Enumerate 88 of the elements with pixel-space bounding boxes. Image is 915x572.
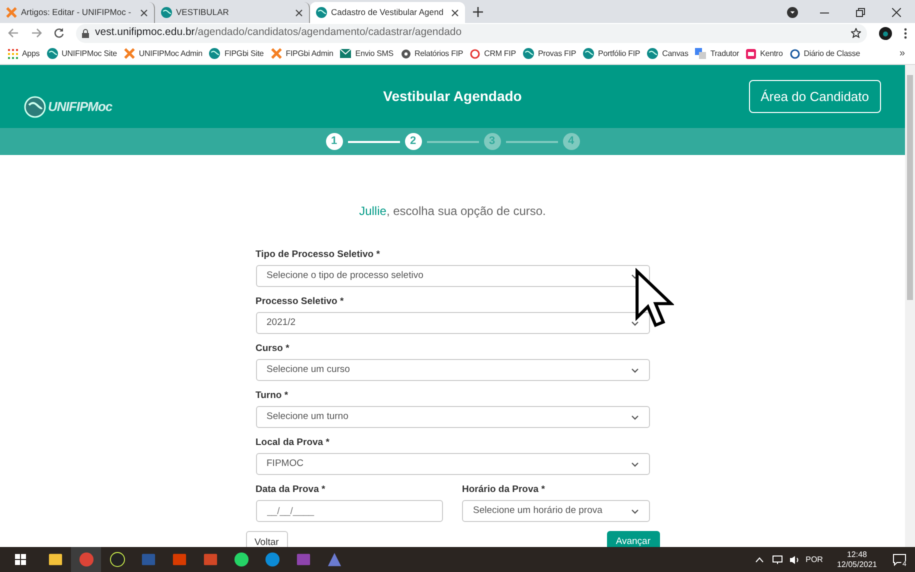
translate-icon (695, 48, 706, 59)
lock-icon (82, 28, 89, 38)
triangle-icon (326, 552, 342, 567)
apps-icon (8, 48, 18, 58)
chevron-down-icon (630, 508, 638, 514)
close-icon[interactable] (451, 8, 459, 16)
language-indicator[interactable]: POR (806, 554, 823, 566)
bookmark-link[interactable]: Relatórios FIP (400, 48, 464, 60)
chevron-down-icon (630, 462, 638, 466)
page-title: Vestibular Agendado (383, 87, 522, 106)
field-label: Tipo de Processo Seletivo * (256, 249, 381, 261)
ring-icon (470, 48, 480, 58)
bookmark-link[interactable]: Tradutor (695, 48, 740, 60)
bookmark-link[interactable]: CRM FIP (470, 48, 516, 60)
joomla-logo-icon (270, 48, 282, 59)
scrollbar[interactable] (905, 65, 915, 547)
greeting-text: Jullie, escolha sua opção de curso. (359, 203, 546, 220)
folder-icon (48, 552, 62, 567)
profile-dot-icon[interactable] (787, 7, 798, 18)
select-field[interactable]: Selecione um turno (256, 406, 650, 428)
circle-icon (790, 48, 800, 58)
select-field[interactable]: FIPMOC (256, 453, 650, 475)
field-label: Data da Prova * (256, 484, 326, 496)
bookmark-link[interactable]: UNIFIPMoc Site (46, 48, 117, 60)
globe-icon (583, 48, 594, 59)
close-icon[interactable] (295, 8, 303, 16)
globe-icon (316, 7, 327, 18)
tab-title: Artigos: Editar - UNIFIPMoc - (21, 6, 132, 19)
select-field[interactable]: Selecione um curso (256, 359, 650, 381)
joomla-logo-icon (6, 7, 17, 18)
bookmark-link[interactable]: Diário de Classe (790, 48, 860, 60)
joomla-logo-icon (124, 48, 135, 59)
close-icon[interactable] (140, 8, 148, 16)
select-field[interactable]: 2021/2 (256, 312, 650, 334)
bookmark-link[interactable]: Kentro (746, 48, 783, 60)
menu-icon[interactable] (904, 28, 907, 38)
date-text: 12/05/2021 (836, 560, 877, 570)
message-icon (892, 554, 906, 566)
bookmark-link[interactable]: Provas FIP (522, 48, 576, 60)
url-text: vest.unifipmoc.edu.br/agendado/candidatos/agendamento/cadastrar/agendado (95, 25, 462, 40)
mouse-cursor-icon (634, 268, 674, 330)
forward-arrow-icon[interactable] (31, 28, 42, 38)
logo-text: UNIFIPMoc (48, 98, 112, 116)
reload-icon[interactable] (54, 28, 64, 38)
new-tab-icon[interactable] (473, 7, 483, 17)
chevron-down-icon (630, 414, 638, 420)
globe-icon (522, 48, 534, 59)
bookmark-link[interactable]: FIPGbi Site (209, 48, 264, 60)
bookmark-link[interactable]: Portfólio FIP (583, 48, 640, 60)
network-icon[interactable] (772, 554, 783, 564)
globe-logo-icon (24, 96, 46, 118)
star-icon[interactable] (851, 28, 861, 38)
back-arrow-icon[interactable] (8, 28, 19, 38)
globe-icon (209, 48, 220, 59)
mail-icon (340, 49, 352, 58)
windows-logo-icon (14, 554, 26, 565)
field-label: Horário da Prova * (462, 484, 546, 496)
pen-icon (110, 552, 124, 567)
close-icon[interactable] (892, 8, 901, 17)
avatar-icon[interactable] (879, 26, 892, 40)
bookmark-link[interactable]: FIPGbi Admin (270, 48, 334, 60)
bookmark-link[interactable]: UNIFIPMoc Admin (124, 48, 202, 60)
bookmark-link[interactable]: Envio SMS (340, 48, 394, 60)
date-input-field[interactable]: __/__/____ (256, 500, 443, 522)
globe-icon (647, 48, 658, 59)
tab-title: Cadastro de Vestibular Agend (331, 6, 444, 19)
tab-title: VESTIBULAR (176, 6, 230, 19)
field-label: Local da Prova * (256, 437, 330, 449)
chevron-up-icon[interactable] (754, 556, 764, 562)
restore-icon[interactable] (856, 8, 865, 17)
chevron-down-icon (630, 368, 638, 372)
bookmark-link[interactable]: Canvas (647, 48, 688, 60)
clock[interactable]: 12:48 12/05/2021 (836, 550, 877, 570)
select-field[interactable]: Selecione um horário de prova (462, 500, 650, 522)
chevron-down-icon (630, 320, 638, 326)
field-label: Curso * (256, 343, 290, 355)
time-text: 12:48 (846, 550, 867, 560)
browser-tab[interactable]: Cadastro de Vestibular Agend (310, 2, 465, 23)
address-field[interactable]: vest.unifipmoc.edu.br/agendado/candidatos/agendamento/cadastrar/agendado (76, 24, 867, 42)
speaker-icon[interactable] (788, 554, 800, 564)
more-bookmarks-button[interactable]: » (899, 46, 905, 61)
next-button[interactable]: Avançar (606, 531, 660, 547)
bookmark-link[interactable]: Apps (8, 48, 40, 60)
select-field[interactable]: Selecione o tipo de processo seletivo (256, 265, 650, 287)
field-label: Turno * (256, 390, 290, 402)
globe-icon (46, 48, 58, 59)
globe-icon (161, 7, 172, 18)
field-label: Processo Seletivo * (256, 296, 345, 308)
